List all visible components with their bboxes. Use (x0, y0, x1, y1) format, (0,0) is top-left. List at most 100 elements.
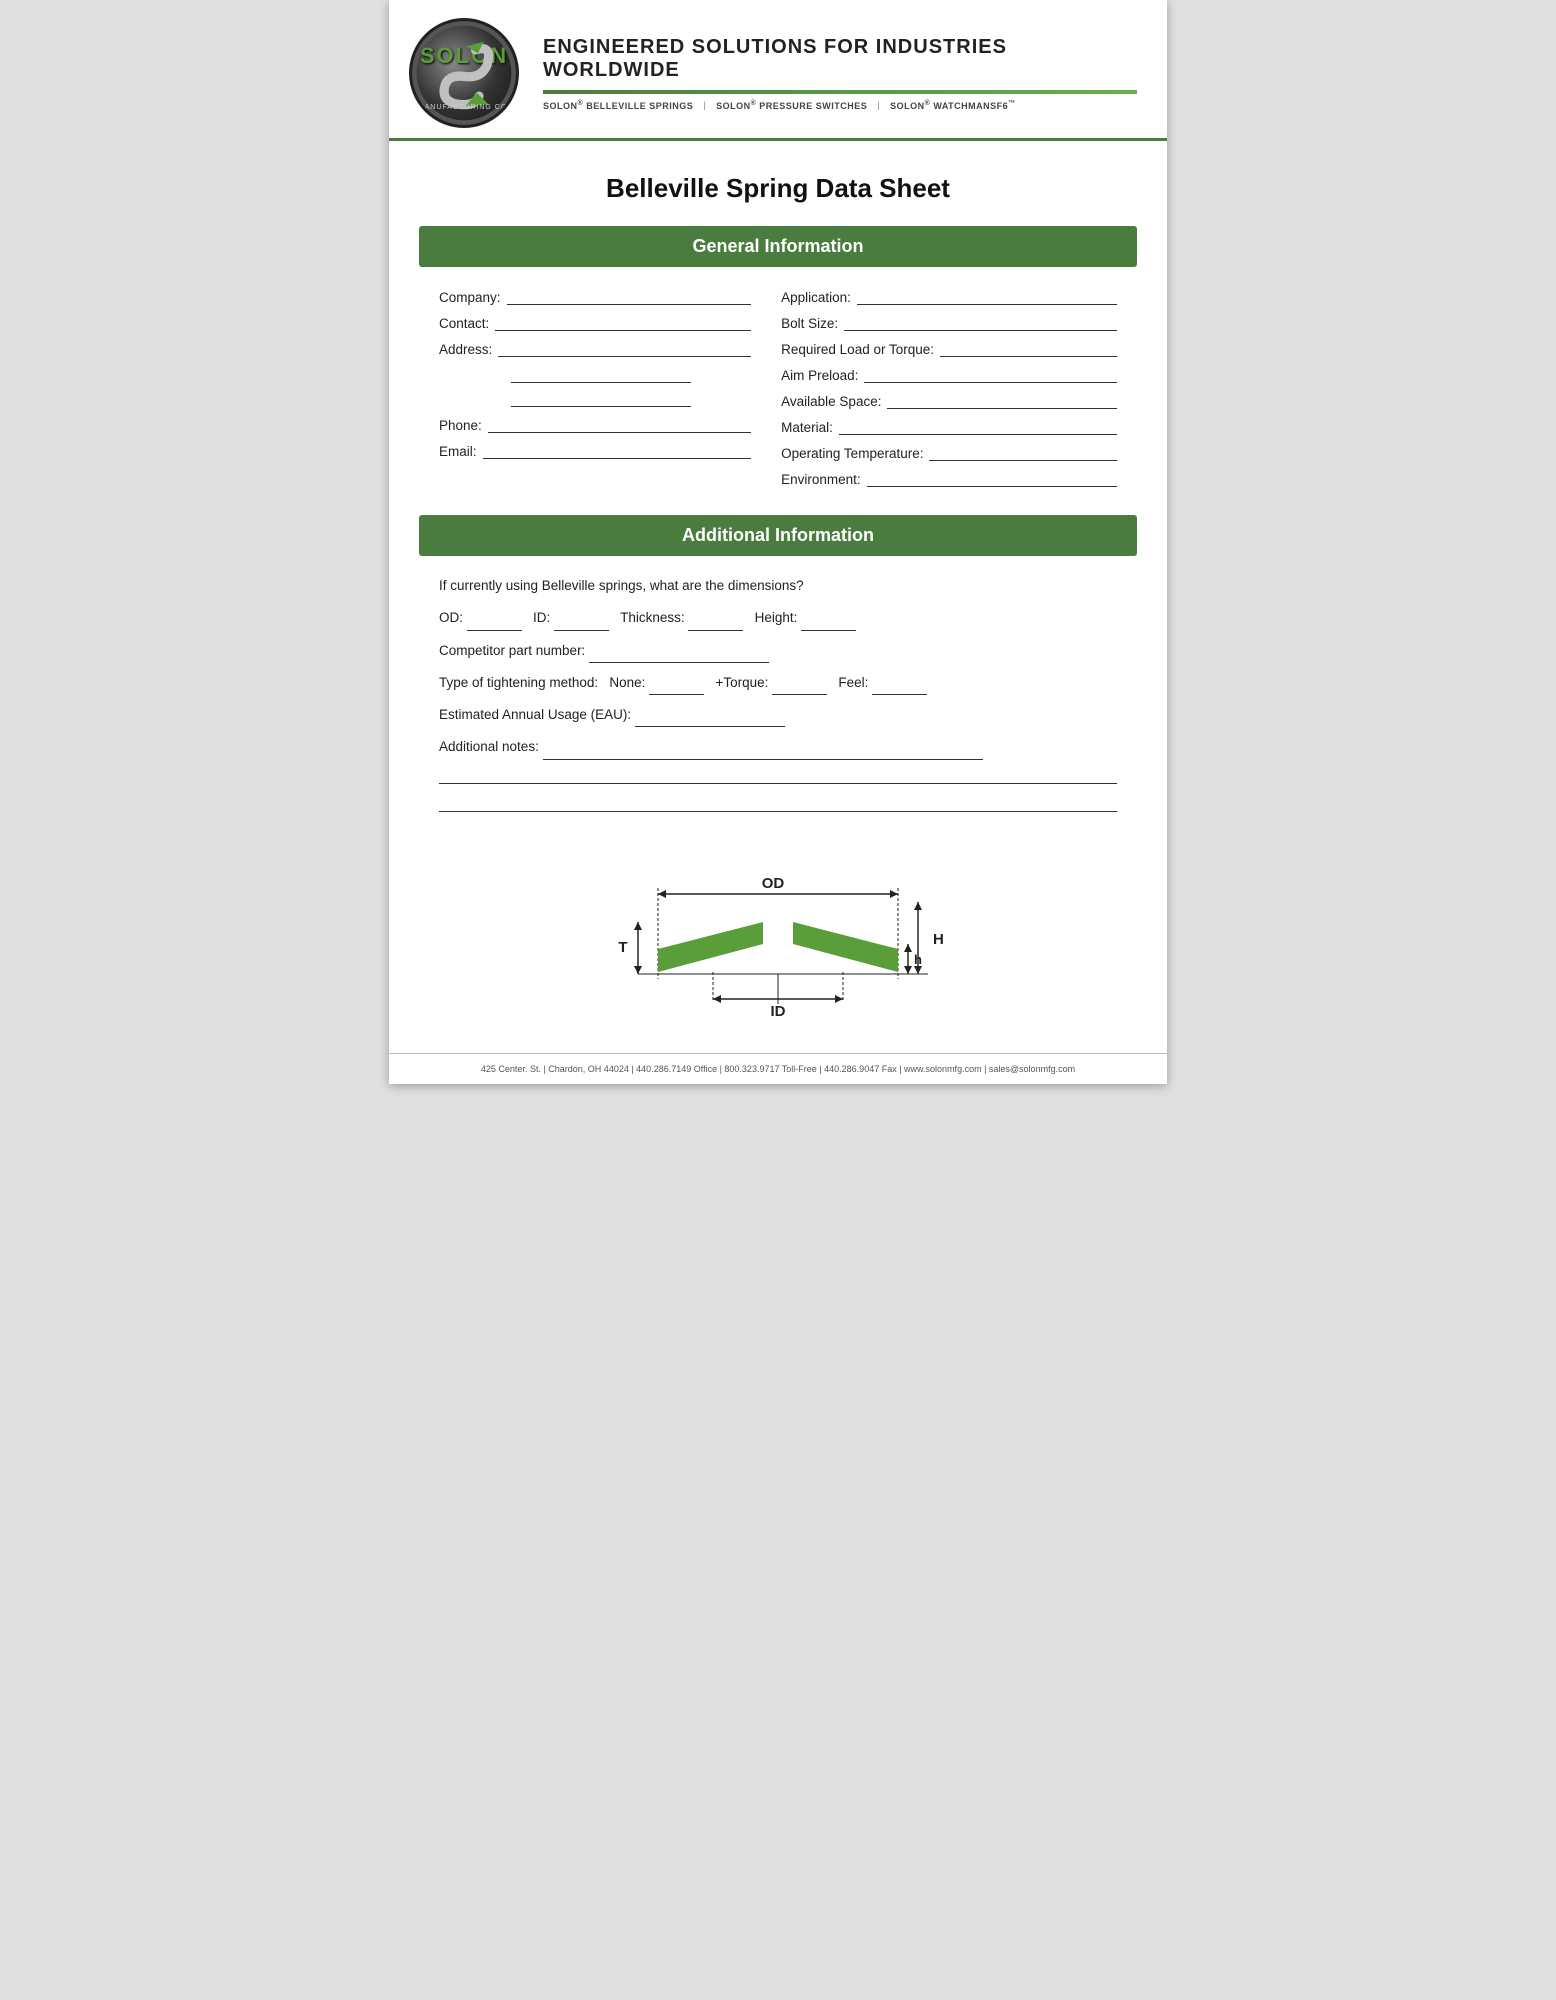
company-input[interactable] (507, 289, 752, 305)
h-arrow-bottom (904, 966, 912, 974)
od-diagram-label: OD (762, 875, 785, 892)
product2: SOLON® PRESSURE SWITCHES (716, 100, 867, 111)
product1: SOLON® BELLEVILLE SPRINGS (543, 100, 693, 111)
id-arrow-left (713, 995, 721, 1003)
address-extra-lines (511, 367, 751, 407)
od-label: OD: (439, 610, 463, 625)
environment-row: Environment: (781, 471, 1117, 487)
height-blank (801, 617, 856, 631)
bolt-size-label: Bolt Size: (781, 316, 838, 331)
company-row: Company: (439, 289, 751, 305)
none-label: None: (609, 675, 645, 690)
T-arrow-top (634, 922, 642, 930)
bolt-size-input[interactable] (844, 315, 1117, 331)
general-info-header: General Information (419, 226, 1137, 267)
eau-blank (635, 713, 785, 727)
tightening-label: Type of tightening method: (439, 675, 598, 690)
T-arrow-bottom (634, 966, 642, 974)
torque-label: +Torque: (715, 675, 768, 690)
header-products: SOLON® BELLEVILLE SPRINGS | SOLON® PRESS… (543, 100, 1137, 111)
thickness-blank (688, 617, 743, 631)
dimensions-question: If currently using Belleville springs, w… (439, 574, 1117, 598)
aim-preload-input[interactable] (864, 367, 1117, 383)
id-diagram-label: ID (771, 1003, 786, 1020)
eau-label: Estimated Annual Usage (EAU): (439, 707, 631, 722)
phone-row: Phone: (439, 417, 751, 433)
page-title: Belleville Spring Data Sheet (389, 141, 1167, 226)
sep1: | (703, 100, 706, 110)
contact-row: Contact: (439, 315, 751, 331)
spring-left (658, 922, 763, 972)
eau-line: Estimated Annual Usage (EAU): (439, 703, 1117, 727)
competitor-label: Competitor part number: (439, 643, 585, 658)
H-arrow-bottom (914, 966, 922, 974)
available-space-label: Available Space: (781, 394, 881, 409)
torque-blank (772, 681, 827, 695)
feel-label: Feel: (838, 675, 868, 690)
header-tagline: ENGINEERED SOLUTIONS FOR INDUSTRIES WORL… (543, 36, 1137, 82)
H-diagram-label: H (933, 931, 944, 948)
contact-input[interactable] (495, 315, 751, 331)
od-arrow-left (658, 890, 666, 898)
aim-preload-row: Aim Preload: (781, 367, 1117, 383)
H-arrow-top (914, 902, 922, 910)
footer: 425 Center. St. | Chardon, OH 44024 | 44… (389, 1053, 1167, 1084)
height-label: Height: (755, 610, 798, 625)
od-blank (467, 617, 522, 631)
bolt-size-row: Bolt Size: (781, 315, 1117, 331)
tightening-line: Type of tightening method: None: +Torque… (439, 671, 1117, 695)
load-torque-label: Required Load or Torque: (781, 342, 934, 357)
header: SOLON MANUFACTURING CO. ENGINEERED SOLUT… (389, 0, 1167, 141)
page: SOLON MANUFACTURING CO. ENGINEERED SOLUT… (389, 0, 1167, 1084)
notes-line-p: Additional notes: (439, 735, 1117, 759)
competitor-line: Competitor part number: (439, 639, 1117, 663)
sep2: | (877, 100, 880, 110)
op-temp-row: Operating Temperature: (781, 445, 1117, 461)
load-torque-row: Required Load or Torque: (781, 341, 1117, 357)
h-arrow-top (904, 944, 912, 952)
material-input[interactable] (839, 419, 1117, 435)
h-diagram-label: h (914, 952, 922, 967)
aim-preload-label: Aim Preload: (781, 368, 858, 383)
phone-input[interactable] (488, 417, 751, 433)
application-input[interactable] (857, 289, 1117, 305)
form-columns: Company: Contact: Address: Phone: (439, 289, 1117, 497)
available-space-row: Available Space: (781, 393, 1117, 409)
op-temp-input[interactable] (929, 445, 1117, 461)
address-input[interactable] (498, 341, 751, 357)
contact-label: Contact: (439, 316, 489, 331)
op-temp-label: Operating Temperature: (781, 446, 923, 461)
footer-text: 425 Center. St. | Chardon, OH 44024 | 44… (481, 1064, 1075, 1074)
address-line2 (511, 367, 691, 383)
environment-input[interactable] (867, 471, 1117, 487)
email-label: Email: (439, 444, 477, 459)
company-label: Company: (439, 290, 501, 305)
logo-arc: MANUFACTURING CO. (418, 104, 510, 111)
available-space-input[interactable] (887, 393, 1117, 409)
header-divider (543, 90, 1137, 94)
address-row: Address: (439, 341, 751, 357)
T-diagram-label: T (618, 939, 627, 956)
product3: SOLON® WATCHMANSF6™ (890, 100, 1016, 111)
address-label: Address: (439, 342, 492, 357)
email-row: Email: (439, 443, 751, 459)
application-row: Application: (781, 289, 1117, 305)
environment-label: Environment: (781, 472, 861, 487)
id-label: ID: (533, 610, 550, 625)
od-id-line: OD: ID: Thickness: Height: (439, 606, 1117, 630)
feel-blank (872, 681, 927, 695)
material-label: Material: (781, 420, 833, 435)
header-right: ENGINEERED SOLUTIONS FOR INDUSTRIES WORL… (543, 36, 1137, 111)
none-blank (649, 681, 704, 695)
notes-line1 (439, 768, 1117, 784)
address-line3 (511, 391, 691, 407)
email-input[interactable] (483, 443, 752, 459)
spring-right (793, 922, 898, 972)
belleville-diagram: OD H T h (578, 844, 978, 1064)
application-label: Application: (781, 290, 851, 305)
load-torque-input[interactable] (940, 341, 1117, 357)
competitor-blank (589, 649, 769, 663)
form-left-col: Company: Contact: Address: Phone: (439, 289, 751, 497)
logo: SOLON MANUFACTURING CO. (409, 18, 519, 128)
thickness-label: Thickness: (620, 610, 685, 625)
